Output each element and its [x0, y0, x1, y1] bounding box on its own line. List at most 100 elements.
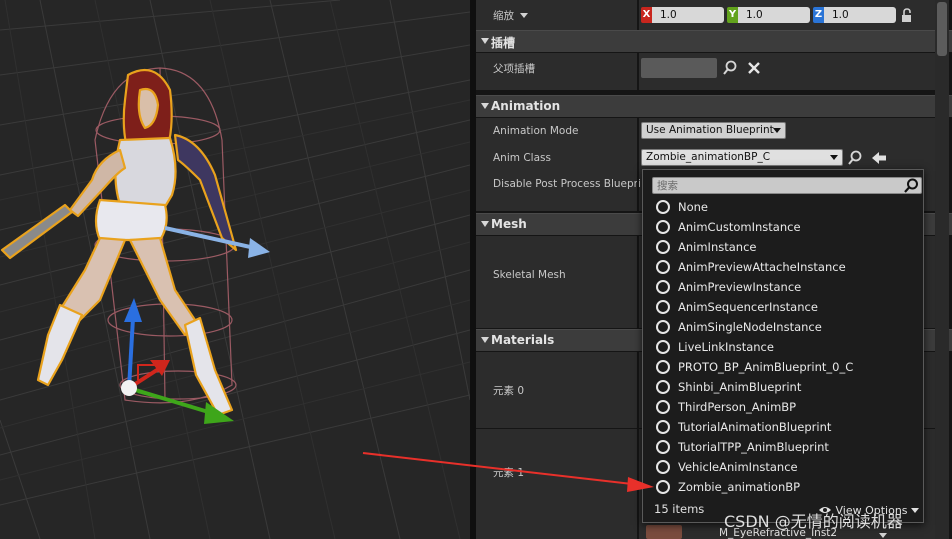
column-divider	[637, 352, 639, 428]
list-item[interactable]: AnimCustomInstance	[643, 217, 923, 237]
list-item[interactable]: AnimPreviewInstance	[643, 277, 923, 297]
list-item[interactable]: AnimSequencerInstance	[643, 297, 923, 317]
search-icon	[904, 178, 918, 193]
column-divider	[637, 171, 639, 211]
category-animation[interactable]: Animation	[476, 95, 952, 117]
viewport-3d[interactable]	[0, 0, 470, 539]
column-divider	[637, 429, 639, 539]
z-axis-badge: Z	[813, 7, 824, 23]
viewport-scene	[0, 0, 470, 539]
parent-socket-label: 父项插槽	[493, 63, 535, 75]
radio-icon	[656, 440, 670, 454]
category-mesh-title: Mesh	[491, 217, 527, 231]
list-item-label: VehicleAnimInstance	[678, 460, 798, 474]
material-thumbnail[interactable]	[646, 525, 682, 539]
list-item-label: AnimCustomInstance	[678, 220, 801, 234]
picker-search-box[interactable]	[652, 177, 922, 194]
parent-socket-row: 父项插槽	[476, 53, 938, 90]
y-axis-badge: Y	[727, 7, 738, 23]
category-materials-title: Materials	[491, 333, 555, 347]
animation-mode-value: Use Animation Blueprint	[646, 124, 774, 136]
details-scrollbar[interactable]	[935, 0, 949, 539]
watermark: CSDN @无情的阅读机器	[724, 512, 903, 531]
radio-icon	[656, 480, 670, 494]
list-item[interactable]: ThirdPerson_AnimBP	[643, 397, 923, 417]
radio-icon	[656, 400, 670, 414]
radio-icon	[656, 420, 670, 434]
clear-icon[interactable]	[746, 60, 762, 76]
x-axis-badge: X	[641, 7, 652, 23]
list-item-label: AnimSequencerInstance	[678, 300, 818, 314]
radio-icon	[656, 460, 670, 474]
scale-dropdown-arrow-icon[interactable]	[520, 13, 528, 18]
scale-z-input[interactable]: 1.0	[824, 7, 896, 23]
radio-icon	[656, 220, 670, 234]
radio-icon	[656, 340, 670, 354]
list-item-label: AnimInstance	[678, 240, 757, 254]
anim-class-label: Anim Class	[493, 152, 551, 164]
list-item[interactable]: None	[643, 197, 923, 217]
animation-mode-row: Animation Mode Use Animation Blueprint	[476, 118, 938, 145]
column-divider	[637, 145, 639, 171]
column-divider	[637, 53, 639, 90]
category-sockets-title: 插槽	[491, 36, 516, 50]
anim-class-picker-popup: None AnimCustomInstance AnimInstance Ani…	[642, 169, 924, 523]
list-item-label: None	[678, 200, 709, 214]
list-item-label: AnimPreviewInstance	[678, 280, 802, 294]
list-item-label: TutorialAnimationBlueprint	[678, 420, 832, 434]
anim-class-dropdown[interactable]: Zombie_animationBP_C	[641, 149, 843, 166]
list-item[interactable]: PROTO_BP_AnimBlueprint_0_C	[643, 357, 923, 377]
list-item[interactable]: VehicleAnimInstance	[643, 457, 923, 477]
list-item[interactable]: AnimPreviewAttacheInstance	[643, 257, 923, 277]
list-item-label: TutorialTPP_AnimBlueprint	[678, 440, 829, 454]
column-divider	[637, 0, 639, 30]
list-item[interactable]: AnimSingleNodeInstance	[643, 317, 923, 337]
list-item[interactable]: TutorialAnimationBlueprint	[643, 417, 923, 437]
column-divider	[637, 236, 639, 328]
scale-row: 缩放 X 1.0 Y 1.0 Z 1.0	[476, 0, 938, 30]
animation-mode-dropdown[interactable]: Use Animation Blueprint	[641, 122, 786, 139]
list-item[interactable]: AnimInstance	[643, 237, 923, 257]
list-item[interactable]: TutorialTPP_AnimBlueprint	[643, 437, 923, 457]
list-item[interactable]: Zombie_animationBP	[643, 477, 923, 497]
radio-icon	[656, 380, 670, 394]
skeletal-mesh-label: Skeletal Mesh	[493, 269, 566, 281]
dropdown-arrow-icon	[830, 155, 838, 160]
scrollbar-thumb[interactable]	[937, 2, 947, 56]
picker-search-input[interactable]	[657, 178, 893, 193]
list-item-label: Zombie_animationBP	[678, 480, 801, 494]
use-selected-arrow-icon[interactable]	[871, 150, 887, 166]
collapse-triangle-icon	[481, 103, 489, 109]
parent-socket-field[interactable]	[641, 58, 717, 78]
scale-x-input[interactable]: 1.0	[652, 7, 724, 23]
list-item[interactable]: Shinbi_AnimBlueprint	[643, 377, 923, 397]
browse-search-icon[interactable]	[847, 150, 863, 166]
list-item[interactable]: LiveLinkInstance	[643, 337, 923, 357]
dropdown-arrow-icon	[773, 128, 781, 133]
category-sockets[interactable]: 插槽	[476, 30, 952, 52]
anim-class-value: Zombie_animationBP_C	[646, 151, 771, 163]
collapse-triangle-icon	[481, 337, 489, 343]
radio-icon	[656, 280, 670, 294]
search-icon[interactable]	[722, 60, 738, 76]
material-element1-label: 元素 1	[493, 467, 525, 479]
animation-mode-label: Animation Mode	[493, 125, 579, 137]
list-item-label: AnimPreviewAttacheInstance	[678, 260, 846, 274]
lock-icon[interactable]	[899, 7, 915, 23]
collapse-triangle-icon	[481, 221, 489, 227]
category-animation-title: Animation	[491, 99, 561, 113]
radio-icon	[656, 240, 670, 254]
disable-post-process-label: Disable Post Process Bluepri	[493, 178, 641, 190]
chevron-down-icon	[911, 508, 920, 513]
column-divider	[637, 118, 639, 145]
material-element0-label: 元素 0	[493, 385, 525, 397]
material-dropdown-arrow-icon[interactable]	[879, 533, 887, 538]
radio-icon	[656, 360, 670, 374]
anim-class-row: Anim Class Zombie_animationBP_C	[476, 145, 938, 171]
list-item-label: LiveLinkInstance	[678, 340, 774, 354]
radio-icon	[656, 260, 670, 274]
picker-class-list: None AnimCustomInstance AnimInstance Ani…	[643, 197, 923, 497]
list-item-label: PROTO_BP_AnimBlueprint_0_C	[678, 360, 854, 374]
radio-icon	[656, 200, 670, 214]
scale-y-input[interactable]: 1.0	[738, 7, 810, 23]
